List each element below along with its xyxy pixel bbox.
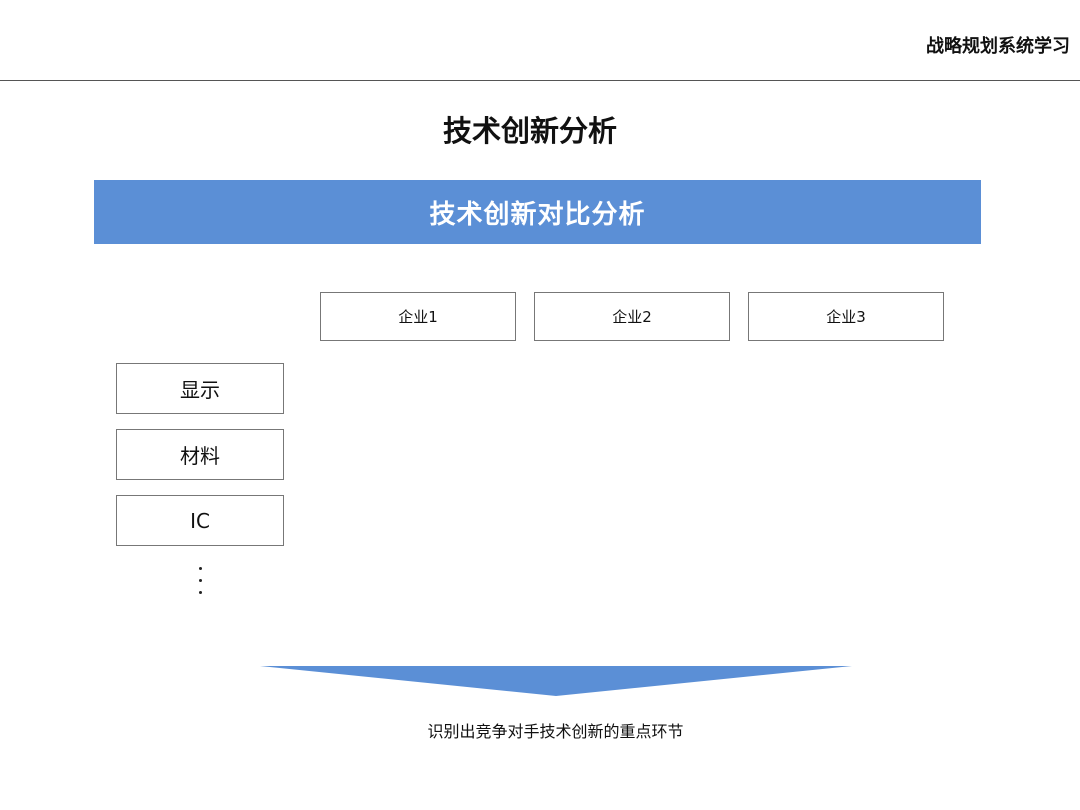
page-title: 技术创新分析 xyxy=(442,114,617,148)
column-header-company-2: 企业2 xyxy=(534,292,730,341)
banner-text: 技术创新对比分析 xyxy=(429,199,646,230)
slide: 战略规划系统学习 技术创新分析 技术创新对比分析 企业1 企业2 企业3 显示 … xyxy=(0,0,1080,810)
vertical-ellipsis-icon xyxy=(197,567,203,601)
header-divider xyxy=(0,80,1080,81)
footer-caption: 识别出竞争对手技术创新的重点环节 xyxy=(427,722,684,741)
header-title: 战略规划系统学习 xyxy=(926,36,1070,57)
section-banner: 技术创新对比分析 xyxy=(94,180,981,244)
row-header-materials: 材料 xyxy=(116,429,284,480)
row-header-ic: IC xyxy=(116,495,284,546)
row-header-display: 显示 xyxy=(116,363,284,414)
down-arrow-icon xyxy=(260,666,852,696)
column-header-company-1: 企业1 xyxy=(320,292,516,341)
column-header-company-3: 企业3 xyxy=(748,292,944,341)
